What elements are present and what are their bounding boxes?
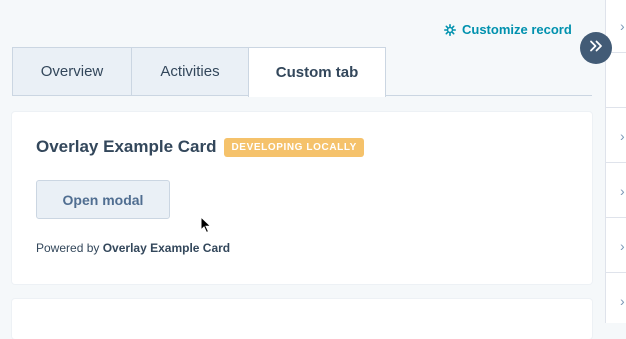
tab-overview[interactable]: Overview (12, 47, 132, 96)
customize-record-link[interactable]: Customize record (444, 22, 572, 37)
side-panel-divider (606, 217, 626, 218)
expand-sidebar-button[interactable] (580, 32, 612, 64)
chevron-right-icon[interactable]: › (620, 183, 625, 199)
powered-by-text: Powered by Overlay Example Card (36, 241, 230, 255)
next-card (12, 299, 592, 339)
status-badge: DEVELOPING LOCALLY (224, 137, 364, 157)
chevron-right-icon[interactable]: › (620, 238, 625, 254)
chevron-right-icon[interactable]: › (620, 128, 625, 144)
tab-custom[interactable]: Custom tab (248, 47, 386, 97)
mouse-cursor-icon (200, 215, 212, 239)
powered-by-prefix: Powered by (36, 241, 100, 255)
gear-icon (444, 23, 456, 36)
open-modal-button[interactable]: Open modal (36, 180, 170, 219)
card-title: Overlay Example Card (36, 137, 217, 156)
customize-record-label: Customize record (462, 22, 572, 37)
overlay-example-card: Overlay Example Card DEVELOPING LOCALLY … (12, 112, 592, 284)
side-panel-divider (606, 272, 626, 273)
card-header: Overlay Example Card DEVELOPING LOCALLY (36, 137, 364, 157)
double-chevron-right-icon (589, 39, 603, 57)
side-panel-divider (606, 107, 626, 108)
record-tabs: Overview Activities Custom tab (12, 47, 592, 97)
tab-activities[interactable]: Activities (131, 47, 249, 96)
chevron-right-icon[interactable]: › (620, 18, 625, 34)
side-panel-divider (606, 162, 626, 163)
chevron-right-icon[interactable]: › (620, 293, 625, 309)
powered-by-name: Overlay Example Card (102, 241, 231, 255)
